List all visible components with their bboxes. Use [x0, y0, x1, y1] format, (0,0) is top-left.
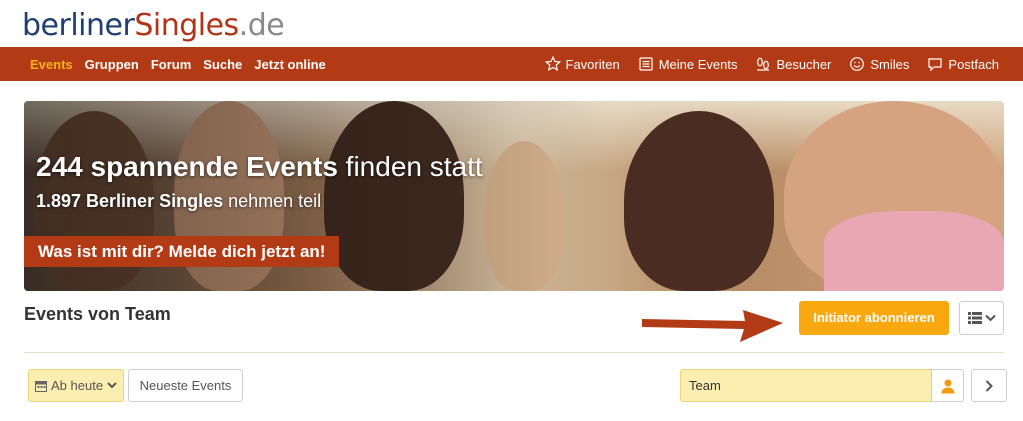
date-filter-label: Ab heute [51, 378, 104, 393]
hero-signup-cta[interactable]: Was ist mit dir? Melde dich jetzt an! [24, 236, 340, 267]
subscribe-initiator-button[interactable]: Initiator abonnieren [799, 301, 949, 335]
star-icon [544, 56, 561, 71]
nav-item-smiles[interactable]: Smiles [849, 56, 909, 72]
newest-events-button[interactable]: Neueste Events [128, 369, 243, 402]
main-navbar: Events Gruppen Forum Suche Jetzt online … [0, 47, 1023, 81]
hero-subtitle-rest: nehmen teil [223, 191, 322, 211]
next-button[interactable] [971, 369, 1007, 402]
nav-primary: Events Gruppen Forum Suche Jetzt online [30, 47, 326, 81]
nav-item-meine-events[interactable]: Meine Events [638, 56, 738, 72]
section-divider [24, 352, 1004, 353]
logo-part-singles: Singles [134, 8, 239, 43]
nav-item-events[interactable]: Events [30, 57, 73, 72]
nav-item-favoriten[interactable]: Favoriten [544, 56, 620, 72]
logo-part-domain: .de [238, 8, 285, 43]
list-view-icon [967, 312, 982, 324]
nav-item-besucher[interactable]: Besucher [755, 56, 831, 72]
nav-item-suche[interactable]: Suche [203, 57, 242, 72]
user-icon [941, 379, 954, 393]
hero-title-count: 244 spannende Events [36, 151, 338, 182]
hero-title-rest: finden statt [337, 151, 483, 182]
calendar-icon [35, 380, 47, 392]
hero-photo-person [624, 111, 774, 291]
nav-item-postfach[interactable]: Postfach [927, 56, 999, 72]
footprints-icon [757, 57, 770, 71]
arrow-annotation [642, 310, 783, 342]
nav-item-gruppen[interactable]: Gruppen [85, 57, 139, 72]
view-toggle-button[interactable] [959, 301, 1004, 335]
nav-label-smiles: Smiles [870, 56, 910, 72]
smile-icon [850, 57, 865, 71]
hero-banner: 244 spannende Events finden statt 1.897 … [24, 101, 1004, 291]
hero-photo-shirt [824, 211, 1004, 291]
page-title: Events von Team [24, 304, 171, 324]
user-select-button[interactable] [931, 369, 964, 402]
nav-item-jetzt-online[interactable]: Jetzt online [254, 57, 326, 72]
nav-label-favoriten: Favoriten [565, 56, 620, 72]
hero-subtitle: 1.897 Berliner Singles nehmen teil [36, 191, 321, 212]
site-logo[interactable]: berlinerSingles.de [22, 6, 285, 46]
chevron-right-icon [985, 379, 993, 392]
chevron-down-icon [107, 382, 117, 389]
nav-secondary: Favoriten Meine Events Besucher Smiles P… [544, 47, 999, 81]
logo-part-berliner: berliner [22, 8, 135, 43]
chevron-down-icon [984, 314, 996, 322]
hero-subtitle-count: 1.897 Berliner Singles [36, 191, 224, 211]
hero-title: 244 spannende Events finden statt [36, 151, 483, 183]
nav-label-besucher: Besucher [776, 56, 832, 72]
nav-label-postfach: Postfach [948, 56, 999, 72]
message-icon [928, 58, 943, 72]
nav-label-meine-events: Meine Events [658, 56, 738, 72]
initiator-search-input[interactable] [680, 369, 932, 402]
date-filter-dropdown[interactable]: Ab heute [28, 369, 124, 402]
nav-item-forum[interactable]: Forum [151, 57, 191, 72]
list-icon [639, 57, 653, 71]
